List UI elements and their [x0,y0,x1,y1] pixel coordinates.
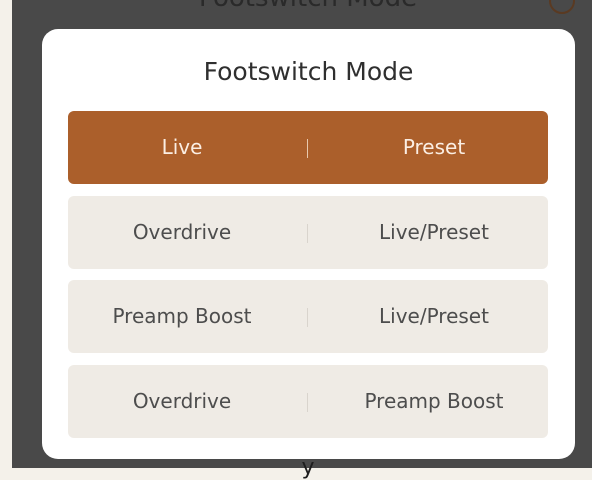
dialog-title: Footswitch Mode [203,57,414,86]
option-live-preset[interactable]: Live Preset [68,111,548,184]
option-right-label: Preamp Boost [364,389,504,413]
option-left-label: Preamp Boost [112,304,252,328]
background-page-title: Footswitch Mode [12,0,592,13]
option-right-label: Preset [402,135,466,159]
option-right-label: Live/Preset [379,220,489,244]
footswitch-mode-dialog: Footswitch Mode Live Preset Overdrive Li… [42,29,575,459]
option-divider [307,308,308,327]
option-divider [307,139,308,158]
option-overdrive-live-preset[interactable]: Overdrive Live/Preset [68,196,548,269]
option-left-label: Overdrive [132,220,232,244]
option-divider [307,224,308,243]
option-preamp-boost-live-preset[interactable]: Preamp Boost Live/Preset [68,280,548,353]
option-left-label: Overdrive [132,389,232,413]
option-overdrive-preamp-boost[interactable]: Overdrive Preamp Boost [68,365,548,438]
option-left-label: Live [161,135,203,159]
option-right-label: Live/Preset [379,304,489,328]
option-divider [307,393,308,412]
